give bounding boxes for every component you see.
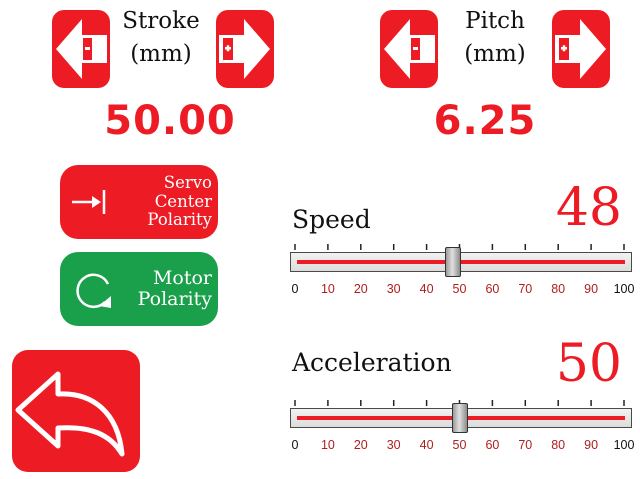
stroke-increase-button[interactable]: [216, 10, 274, 88]
acceleration-scale-label: 70: [518, 438, 533, 452]
servo-label-line1: Servo: [163, 173, 212, 193]
stroke-label: Stroke (mm): [104, 5, 218, 72]
motor-polarity-button[interactable]: Motor Polarity: [60, 252, 218, 326]
center-polarity-icon: [72, 190, 106, 214]
servo-label-line3: Polarity: [147, 210, 212, 230]
pitch-label-line1: Pitch: [465, 8, 525, 34]
speed-slider-fill: [297, 260, 625, 264]
pitch-label: Pitch (mm): [438, 5, 552, 72]
motor-label-line1: Motor: [152, 266, 212, 289]
pitch-decrease-button[interactable]: [380, 10, 438, 88]
motor-polarity-label: Motor Polarity: [138, 252, 212, 326]
acceleration-value: 50: [555, 334, 622, 394]
stroke-decrease-button[interactable]: [52, 10, 110, 88]
pitch-label-line2: (mm): [464, 41, 526, 68]
pitch-increase-button[interactable]: [552, 10, 610, 88]
acceleration-scale-label: 10: [320, 438, 335, 452]
speed-tick-marks: [294, 244, 625, 250]
acceleration-scale-label: 60: [485, 438, 500, 452]
arrow-right-plus-icon: [555, 19, 606, 79]
arrow-left-minus-icon: [56, 19, 107, 79]
speed-scale-label: 90: [584, 282, 599, 296]
speed-slider-thumb[interactable]: [444, 247, 461, 277]
speed-scale-labels: 0 10 20 30 40 50 60 70 80 90 100: [290, 282, 635, 298]
speed-scale-label: 30: [386, 282, 401, 296]
acceleration-scale-label: 80: [551, 438, 566, 452]
speed-scale-label: 70: [518, 282, 533, 296]
motor-label-line2: Polarity: [137, 288, 212, 310]
acceleration-scale-label: 40: [419, 438, 434, 452]
acceleration-slider[interactable]: 0 10 20 30 40 50 60 70 80 90 100: [290, 394, 635, 456]
arrow-right-plus-icon: [219, 19, 270, 79]
acceleration-slider-thumb[interactable]: [451, 403, 468, 433]
arrow-left-minus-icon: [384, 19, 435, 79]
acceleration-scale-label: 100: [613, 438, 635, 452]
speed-scale-label: 50: [452, 282, 467, 296]
stroke-value: 50.00: [104, 98, 236, 144]
rotate-icon: [76, 273, 111, 309]
acceleration-scale-label: 50: [452, 438, 467, 452]
speed-scale-label: 40: [419, 282, 434, 296]
acceleration-scale-label: 30: [386, 438, 401, 452]
stroke-label-line2: (mm): [130, 41, 192, 68]
speed-scale-label: 80: [551, 282, 566, 296]
speed-scale-label: 10: [320, 282, 335, 296]
back-arrow-icon: [15, 371, 125, 457]
servo-center-polarity-button[interactable]: Servo Center Polarity: [60, 165, 218, 239]
speed-scale-label: 100: [613, 282, 635, 296]
acceleration-scale-label: 20: [353, 438, 368, 452]
servo-center-polarity-label: Servo Center Polarity: [147, 165, 212, 239]
speed-value: 48: [555, 178, 622, 238]
pitch-value: 6.25: [433, 98, 537, 144]
speed-scale-label: 20: [353, 282, 368, 296]
screen: Stroke (mm) 50.00 Pitch (mm) 6.25 Servo …: [0, 0, 640, 479]
speed-scale-label: 0: [291, 282, 299, 296]
acceleration-scale-label: 0: [291, 438, 299, 452]
back-button[interactable]: [12, 350, 140, 472]
acceleration-scale-labels: 0 10 20 30 40 50 60 70 80 90 100: [290, 438, 635, 454]
speed-label: Speed: [292, 205, 371, 234]
servo-label-line2: Center: [154, 191, 212, 211]
speed-scale-label: 60: [485, 282, 500, 296]
acceleration-scale-label: 90: [584, 438, 599, 452]
speed-slider-track[interactable]: [290, 252, 632, 272]
acceleration-label: Acceleration: [292, 348, 452, 377]
speed-slider[interactable]: 0 10 20 30 40 50 60 70 80 90 100: [290, 238, 635, 300]
stroke-label-line1: Stroke: [122, 8, 200, 34]
